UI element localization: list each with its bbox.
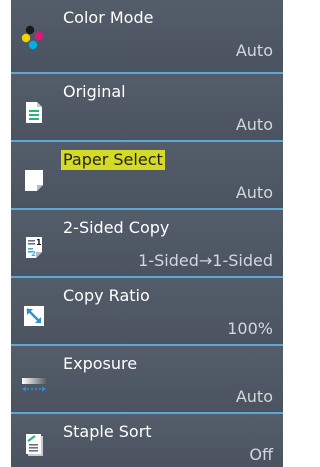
duplex-copy-icon: 1 2 xyxy=(26,237,42,258)
setting-copy-ratio[interactable]: Copy Ratio 100% xyxy=(11,278,283,346)
color-dots-icon xyxy=(21,25,44,50)
staple-sort-icon xyxy=(26,434,43,456)
copy-ratio-icon xyxy=(24,306,44,326)
setting-2-sided-copy[interactable]: 1 2 2-Sided Copy 1-Sided→1-Sided xyxy=(11,210,283,278)
paper-sheet-icon xyxy=(25,170,43,191)
setting-paper-select[interactable]: Paper Select Auto xyxy=(11,142,283,210)
setting-label: Copy Ratio xyxy=(63,286,150,305)
svg-text:2: 2 xyxy=(31,250,36,258)
setting-value: Auto xyxy=(235,387,273,406)
setting-staple-sort[interactable]: Staple Sort Off xyxy=(11,414,283,467)
setting-label: Staple Sort xyxy=(63,422,152,441)
setting-value: Auto xyxy=(235,115,273,134)
settings-list: Color Mode Auto Original Auto Paper Sele… xyxy=(11,0,283,467)
setting-label: 2-Sided Copy xyxy=(63,218,170,237)
original-document-icon xyxy=(26,102,42,123)
setting-value: Off xyxy=(249,445,273,464)
setting-label: Color Mode xyxy=(63,8,154,27)
setting-label: Paper Select xyxy=(61,150,165,170)
setting-label: Exposure xyxy=(63,354,138,373)
setting-value: 100% xyxy=(227,319,273,338)
copy-settings-panel: Color Mode Auto Original Auto Paper Sele… xyxy=(0,0,283,467)
setting-value: Auto xyxy=(235,41,273,60)
exposure-icon xyxy=(22,378,46,392)
setting-value: 1-Sided→1-Sided xyxy=(138,251,273,270)
setting-label: Original xyxy=(63,82,126,101)
setting-exposure[interactable]: Exposure Auto xyxy=(11,346,283,414)
setting-original[interactable]: Original Auto xyxy=(11,74,283,142)
svg-text:1: 1 xyxy=(36,238,42,247)
setting-color-mode[interactable]: Color Mode Auto xyxy=(11,0,283,68)
setting-value: Auto xyxy=(235,183,273,202)
